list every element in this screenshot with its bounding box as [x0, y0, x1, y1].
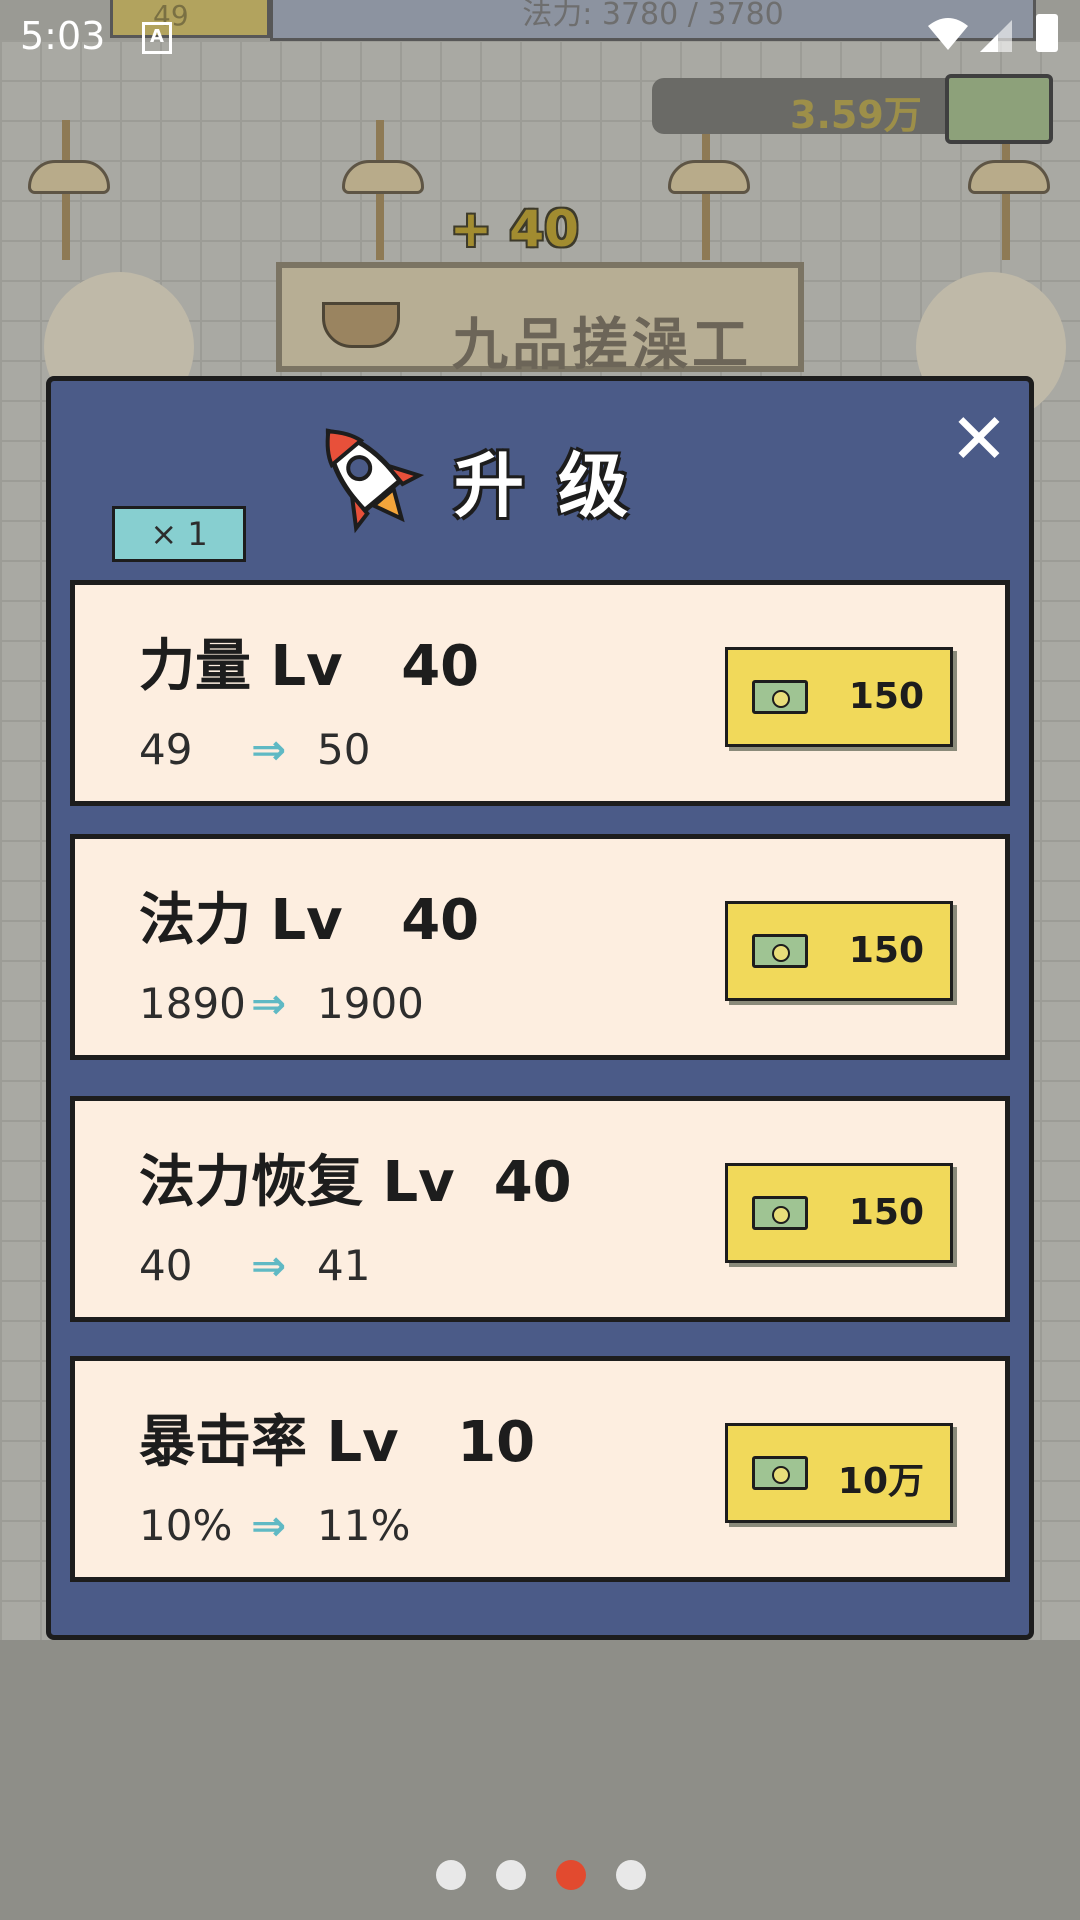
battery-icon — [1036, 14, 1058, 52]
card-title: 法力恢复 Lv 40 — [139, 1150, 572, 1215]
rocket-icon — [325, 428, 425, 534]
stat-to: 1900 — [317, 979, 424, 1028]
stat-from: 10% — [139, 1501, 233, 1550]
cash-icon — [752, 1196, 808, 1230]
stat-from: 40 — [139, 1241, 193, 1290]
status-bar: 5:03 A — [0, 0, 1080, 72]
upgrade-card-crit-rate: 暴击率 Lv 10 10% ⇒ 11% 10万 — [70, 1356, 1010, 1582]
shower-head-icon — [334, 120, 424, 260]
card-stat-change: 1890 ⇒ 1900 — [139, 979, 424, 1028]
card-stat-change: 49 ⇒ 50 — [139, 725, 370, 774]
card-stat-change: 10% ⇒ 11% — [139, 1501, 410, 1550]
card-title: 暴击率 Lv 10 — [139, 1410, 536, 1475]
upgrade-card-mana-regen: 法力恢复 Lv 40 40 ⇒ 41 150 — [70, 1096, 1010, 1322]
shower-head-icon — [20, 120, 110, 260]
price-label: 150 — [848, 1192, 924, 1233]
page-dot-3[interactable] — [556, 1860, 586, 1890]
floor-area — [0, 1640, 1080, 1920]
arrow-right-icon: ⇒ — [251, 1241, 287, 1290]
upgrade-buy-button[interactable]: 150 — [725, 647, 953, 747]
stat-to: 11% — [317, 1501, 411, 1550]
card-stat-change: 40 ⇒ 41 — [139, 1241, 370, 1290]
stat-from: 49 — [139, 725, 193, 774]
shower-head-icon — [660, 120, 750, 260]
upgrade-card-strength: 力量 Lv 40 49 ⇒ 50 150 — [70, 580, 1010, 806]
modal-title: 升级 — [454, 445, 662, 527]
price-label: 10万 — [837, 1461, 924, 1502]
upgrade-buy-button[interactable]: 150 — [725, 901, 953, 1001]
money-value: 3.59万 — [790, 93, 922, 137]
arrow-right-icon: ⇒ — [251, 979, 287, 1028]
gain-popup: + 40 — [450, 200, 579, 258]
wifi-icon — [928, 18, 968, 50]
close-button[interactable]: ✕ — [944, 404, 1014, 474]
cash-icon — [752, 680, 808, 714]
page-dot-4[interactable] — [616, 1860, 646, 1890]
arrow-right-icon: ⇒ — [251, 1501, 287, 1550]
job-title: 九品搓澡工 — [452, 313, 752, 378]
card-title: 力量 Lv 40 — [139, 634, 480, 699]
cash-icon — [752, 934, 808, 968]
upgrade-card-mana: 法力 Lv 40 1890 ⇒ 1900 150 — [70, 834, 1010, 1060]
price-label: 150 — [848, 676, 924, 717]
notification-a-icon: A — [142, 22, 172, 54]
price-label: 150 — [848, 930, 924, 971]
upgrade-buy-button[interactable]: 150 — [725, 1163, 953, 1263]
cash-stack-icon — [945, 74, 1053, 144]
card-title: 法力 Lv 40 — [139, 888, 480, 953]
status-time: 5:03 — [20, 14, 106, 58]
multiplier-toggle[interactable]: × 1 — [112, 506, 246, 562]
signal-icon — [980, 20, 1012, 52]
stat-to: 41 — [317, 1241, 371, 1290]
bathtub-icon — [322, 302, 400, 348]
page-dot-2[interactable] — [496, 1860, 526, 1890]
close-icon[interactable]: ✕ — [950, 398, 1009, 480]
upgrade-buy-button[interactable]: 10万 — [725, 1423, 953, 1523]
page-dot-1[interactable] — [436, 1860, 466, 1890]
arrow-right-icon: ⇒ — [251, 725, 287, 774]
stat-to: 50 — [317, 725, 371, 774]
stat-from: 1890 — [139, 979, 246, 1028]
cash-icon — [752, 1456, 808, 1490]
